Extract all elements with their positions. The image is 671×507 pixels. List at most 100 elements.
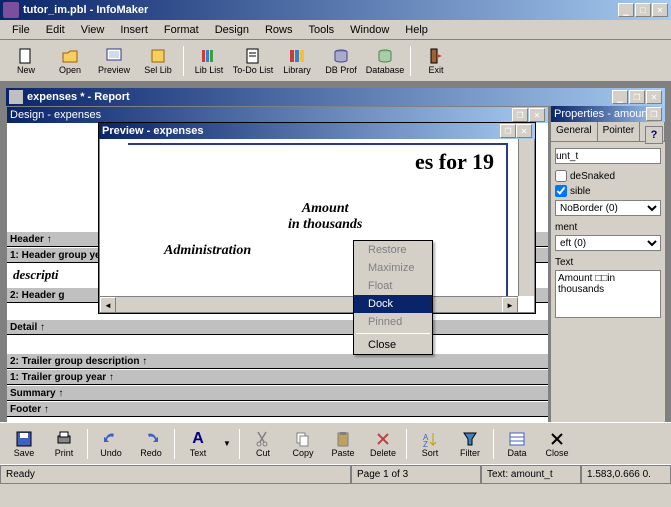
band-trailer-group-1[interactable]: 1: Trailer group year ↑ (7, 369, 548, 385)
report-titlebar[interactable]: expenses * - Report (6, 88, 665, 106)
band-trailer-group-2[interactable]: 2: Trailer group description ↑ (7, 353, 548, 369)
design-titlebar[interactable]: Design - expenses (7, 107, 548, 123)
database-button[interactable]: Database (363, 42, 407, 80)
close-button[interactable] (652, 3, 668, 17)
band-detail[interactable]: Detail ↑ (7, 319, 548, 335)
preview-restore-button[interactable] (500, 124, 516, 138)
preview-title-text: Preview - expenses (102, 125, 500, 137)
text-tool-button[interactable]: AText (178, 425, 218, 463)
preview-vscroll[interactable] (518, 139, 534, 296)
new-icon (17, 47, 35, 65)
svg-text:Z: Z (423, 440, 428, 448)
description-label: descripti (13, 267, 59, 283)
open-icon (61, 47, 79, 65)
delete-button[interactable]: Delete (363, 425, 403, 463)
menu-file[interactable]: File (4, 22, 38, 38)
help-button[interactable]: ? (645, 126, 663, 144)
tab-pointer[interactable]: Pointer (598, 122, 641, 141)
data-button[interactable]: Data (497, 425, 537, 463)
exit-icon (427, 47, 445, 65)
sible-checkbox[interactable] (555, 185, 567, 197)
design-close-button[interactable] (529, 108, 545, 122)
alignment-select[interactable]: eft (0) (555, 235, 661, 251)
sellib-icon (149, 47, 167, 65)
preview-hscroll[interactable]: ◄ ► (100, 296, 518, 312)
menu-format[interactable]: Format (156, 22, 207, 38)
minimize-button[interactable] (618, 3, 634, 17)
delete-icon (374, 430, 392, 448)
sort-icon: AZ (421, 430, 439, 448)
desnaked-checkbox[interactable] (555, 170, 567, 182)
liblist-button[interactable]: Lib List (187, 42, 231, 80)
preview-close-button[interactable] (516, 124, 532, 138)
preview-amount-label: Amount in thousands (288, 201, 362, 233)
copy-icon (294, 430, 312, 448)
status-ready: Ready (0, 465, 351, 484)
context-menu: Restore Maximize Float Dock Pinned Close (353, 240, 433, 355)
ctx-maximize[interactable]: Maximize (354, 259, 432, 277)
text-icon: A (192, 430, 204, 448)
filter-button[interactable]: Filter (450, 425, 490, 463)
report-icon (9, 90, 23, 104)
status-page: Page 1 of 3 (351, 465, 481, 484)
tab-general[interactable]: General (551, 122, 598, 141)
open-button[interactable]: Open (48, 42, 92, 80)
print-button[interactable]: Print (44, 425, 84, 463)
chevron-down-icon: ▼ (223, 439, 231, 448)
app-icon (3, 2, 19, 18)
paste-icon (334, 430, 352, 448)
design-restore-button[interactable] (512, 108, 528, 122)
sort-button[interactable]: AZSort (410, 425, 450, 463)
band-footer[interactable]: Footer ↑ (7, 401, 548, 417)
ctx-dock[interactable]: Dock (354, 295, 432, 313)
menu-window[interactable]: Window (342, 22, 397, 38)
menu-view[interactable]: View (73, 22, 113, 38)
exit-button[interactable]: Exit (414, 42, 458, 80)
sible-row[interactable]: sible (555, 185, 661, 197)
database-icon (376, 47, 394, 65)
properties-titlebar[interactable]: Properties - amoun (551, 106, 665, 122)
report-restore-button[interactable] (629, 90, 645, 104)
ctx-float[interactable]: Float (354, 277, 432, 295)
todo-button[interactable]: To-Do List (231, 42, 275, 80)
new-button[interactable]: New (4, 42, 48, 80)
preview-button[interactable]: Preview (92, 42, 136, 80)
ctx-close[interactable]: Close (354, 336, 432, 354)
scroll-left-button[interactable]: ◄ (100, 297, 116, 313)
statusbar: Ready Page 1 of 3 Text: amount_t 1.583,0… (0, 464, 671, 484)
menu-help[interactable]: Help (397, 22, 436, 38)
maximize-button[interactable] (635, 3, 651, 17)
print-icon (55, 430, 73, 448)
sellib-button[interactable]: Sel Lib (136, 42, 180, 80)
menu-tools[interactable]: Tools (300, 22, 342, 38)
name-field[interactable] (555, 148, 661, 164)
properties-restore-button[interactable] (646, 107, 662, 121)
menu-rows[interactable]: Rows (257, 22, 301, 38)
undo-button[interactable]: Undo (91, 425, 131, 463)
text-field[interactable]: Amount □□in thousands (555, 270, 661, 318)
ctx-pinned[interactable]: Pinned (354, 313, 432, 331)
dbprof-button[interactable]: DB Prof (319, 42, 363, 80)
close-tool-button[interactable]: Close (537, 425, 577, 463)
preview-titlebar[interactable]: Preview - expenses (99, 123, 535, 139)
scroll-right-button[interactable]: ► (502, 297, 518, 313)
library-button[interactable]: Library (275, 42, 319, 80)
ctx-restore[interactable]: Restore (354, 241, 432, 259)
preview-body[interactable]: es for 19 Amount in thousands Administra… (99, 139, 535, 313)
paste-button[interactable]: Paste (323, 425, 363, 463)
desnaked-row[interactable]: deSnaked (555, 170, 661, 182)
border-select[interactable]: NoBorder (0) (555, 200, 661, 216)
menu-design[interactable]: Design (207, 22, 257, 38)
copy-button[interactable]: Copy (283, 425, 323, 463)
report-minimize-button[interactable] (612, 90, 628, 104)
save-button[interactable]: Save (4, 425, 44, 463)
redo-button[interactable]: Redo (131, 425, 171, 463)
band-summary[interactable]: Summary ↑ (7, 385, 548, 401)
text-label: Text (555, 257, 661, 268)
menu-insert[interactable]: Insert (112, 22, 156, 38)
report-close-button[interactable] (646, 90, 662, 104)
cut-button[interactable]: Cut (243, 425, 283, 463)
tool-dropdown[interactable]: ▼ (218, 425, 236, 463)
menu-edit[interactable]: Edit (38, 22, 73, 38)
filter-icon (461, 430, 479, 448)
